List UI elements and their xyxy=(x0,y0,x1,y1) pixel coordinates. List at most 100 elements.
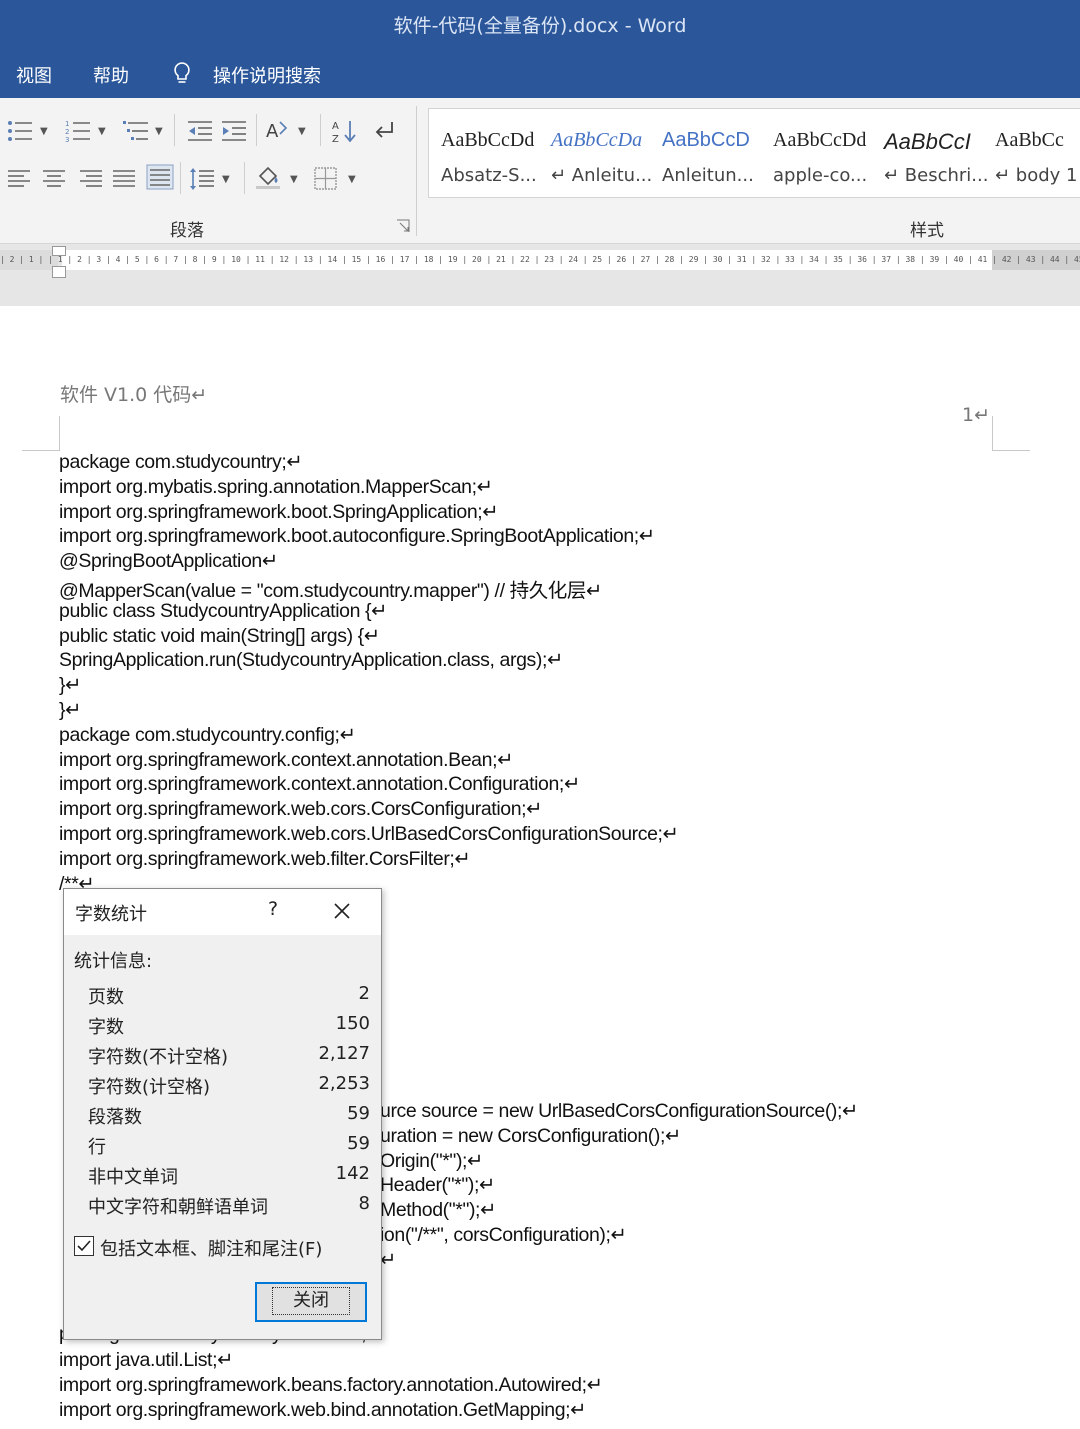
chevron-down-icon[interactable]: ▼ xyxy=(222,174,230,185)
chevron-down-icon[interactable]: ▼ xyxy=(155,126,163,137)
dialog-title: 字数统计 xyxy=(75,904,147,925)
chevron-down-icon[interactable]: ▼ xyxy=(40,126,48,137)
line-spacing-icon[interactable] xyxy=(188,166,216,192)
stat-row: 页数 2 xyxy=(88,983,370,1011)
stat-label: 字符数(计空格) xyxy=(88,1077,211,1098)
code-line: uration = new CorsConfiguration();↵ xyxy=(380,1124,681,1147)
code-line: ↵ xyxy=(380,1248,396,1271)
borders-icon[interactable] xyxy=(312,166,340,192)
code-line: Header("*");↵ xyxy=(380,1174,495,1197)
lightbulb-icon[interactable] xyxy=(172,60,192,88)
align-center-icon[interactable] xyxy=(40,166,68,192)
style-anleitung-1[interactable]: AaBbCcDa ↵ Anleitu... xyxy=(539,109,652,197)
include-textboxes-label[interactable]: 包括文本框、脚注和尾注(F) xyxy=(100,1235,322,1261)
page-number: 1↵ xyxy=(962,404,991,426)
close-icon[interactable] xyxy=(332,901,352,921)
svg-text:2: 2 xyxy=(65,128,69,136)
window-title: 软件-代码(全量备份).docx - Word xyxy=(393,15,687,37)
stat-value: 150 xyxy=(335,1013,370,1034)
svg-text:A: A xyxy=(332,121,339,132)
first-line-indent-marker[interactable] xyxy=(52,246,66,256)
chevron-down-icon[interactable]: ▼ xyxy=(98,126,106,137)
stat-row: 行 59 xyxy=(88,1133,370,1161)
stat-value: 59 xyxy=(347,1133,370,1154)
code-line: }↵ xyxy=(59,674,82,697)
stat-label: 段落数 xyxy=(88,1107,142,1128)
code-line: Origin("*");↵ xyxy=(380,1149,483,1172)
decrease-indent-icon[interactable] xyxy=(186,118,214,144)
word-count-dialog: 字数统计 ? 统计信息: 页数 2 字数 150 字符数(不计空格) 2,127 字符数(计… xyxy=(63,888,382,1340)
style-beschriftung[interactable]: AaBbCcI ↵ Beschri... xyxy=(872,109,988,197)
code-line: public class StudycountryApplication {↵ xyxy=(59,599,388,622)
shading-icon[interactable] xyxy=(254,164,282,190)
style-absatz[interactable]: AaBbCcDd Absatz-S... xyxy=(429,109,539,197)
increase-indent-icon[interactable] xyxy=(220,118,248,144)
ruler-scale: | 2 | 1 | | 1 | 2 | 3 | 4 | 5 | 6 | 7 | … xyxy=(0,255,1080,264)
chinese-layout-icon[interactable]: A xyxy=(264,118,292,144)
menu-help[interactable]: 帮助 xyxy=(93,62,129,88)
code-line: import java.util.List;↵ xyxy=(59,1349,234,1371)
code-line: @SpringBootApplication↵ xyxy=(59,550,278,573)
stat-label: 行 xyxy=(88,1137,106,1158)
stat-value: 2,127 xyxy=(318,1043,370,1064)
stat-value: 142 xyxy=(335,1163,370,1184)
stat-label: 字数 xyxy=(88,1017,124,1038)
menu-bar: 视图 帮助 操作说明搜索 xyxy=(0,50,1080,98)
ruler: | 2 | 1 | | 1 | 2 | 3 | 4 | 5 | 6 | 7 | … xyxy=(0,244,1080,306)
code-line: SpringApplication.run(StudycountryApplic… xyxy=(59,649,563,672)
code-line: ion("/**", corsConfiguration);↵ xyxy=(380,1224,627,1246)
stat-row: 字符数(不计空格) 2,127 xyxy=(88,1043,370,1071)
chevron-down-icon[interactable]: ▼ xyxy=(348,174,356,185)
code-line: import org.springframework.web.bind.anno… xyxy=(59,1399,587,1421)
justify-icon[interactable] xyxy=(110,166,138,192)
stat-row: 字符数(计空格) 2,253 xyxy=(88,1073,370,1101)
chevron-down-icon[interactable]: ▼ xyxy=(298,126,306,137)
code-line: }↵ xyxy=(59,699,82,721)
svg-text:1: 1 xyxy=(65,120,69,128)
code-line: public static void main(String[] args) {… xyxy=(59,624,380,647)
stat-label: 中文字符和朝鲜语单词 xyxy=(88,1197,268,1218)
code-line: Method("*");↵ xyxy=(380,1199,497,1222)
style-anleitung-2[interactable]: AaBbCcD Anleitun... xyxy=(650,109,760,197)
sort-icon[interactable]: AZ xyxy=(330,118,358,145)
code-line: import org.springframework.beans.factory… xyxy=(59,1374,603,1396)
code-line: import org.springframework.boot.autoconf… xyxy=(59,525,655,548)
stat-label: 非中文单词 xyxy=(88,1167,178,1188)
include-textboxes-checkbox[interactable] xyxy=(74,1236,94,1256)
menu-view[interactable]: 视图 xyxy=(16,62,52,88)
help-icon[interactable]: ? xyxy=(264,898,282,920)
align-left-icon[interactable] xyxy=(6,166,34,192)
stat-row: 段落数 59 xyxy=(88,1103,370,1131)
left-indent-marker[interactable] xyxy=(52,266,66,278)
stat-value: 59 xyxy=(347,1103,370,1124)
stat-label: 字符数(不计空格) xyxy=(88,1047,229,1068)
dialog-launcher-icon[interactable] xyxy=(396,218,410,232)
stat-row: 非中文单词 142 xyxy=(88,1163,370,1191)
code-line: import org.springframework.context.annot… xyxy=(59,773,580,796)
chevron-down-icon[interactable]: ▼ xyxy=(290,174,298,185)
stat-value: 2 xyxy=(358,983,370,1004)
code-line: package com.studycountry;↵ xyxy=(59,451,303,473)
stat-row: 中文字符和朝鲜语单词 8 xyxy=(88,1193,370,1221)
statistics-label: 统计信息: xyxy=(74,951,153,972)
group-label-paragraph: 段落 xyxy=(170,221,204,241)
tell-me-search[interactable]: 操作说明搜索 xyxy=(213,62,321,88)
stat-row: 字数 150 xyxy=(88,1013,370,1041)
stat-label: 页数 xyxy=(88,987,124,1008)
show-marks-icon[interactable] xyxy=(370,118,398,144)
close-button[interactable]: 关闭 xyxy=(255,1282,367,1322)
svg-text:A: A xyxy=(266,121,279,142)
stat-value: 8 xyxy=(358,1193,370,1214)
bullets-icon[interactable] xyxy=(6,118,34,144)
svg-text:Z: Z xyxy=(332,134,339,144)
styles-gallery: AaBbCcDd Absatz-S... AaBbCcDa ↵ Anleitu.… xyxy=(428,108,1080,198)
style-apple-converted[interactable]: AaBbCcDd apple-co... xyxy=(761,109,871,197)
align-right-icon[interactable] xyxy=(76,166,104,192)
title-bar: 软件-代码(全量备份).docx - Word xyxy=(0,0,1080,50)
numbering-icon[interactable]: 123 xyxy=(64,118,92,144)
code-line: import org.mybatis.spring.annotation.Map… xyxy=(59,475,493,498)
multilevel-list-icon[interactable] xyxy=(122,118,150,144)
stat-value: 2,253 xyxy=(318,1073,370,1094)
distributed-icon[interactable] xyxy=(146,164,174,190)
style-body-1[interactable]: AaBbCc ↵ body 1 xyxy=(983,109,1080,197)
